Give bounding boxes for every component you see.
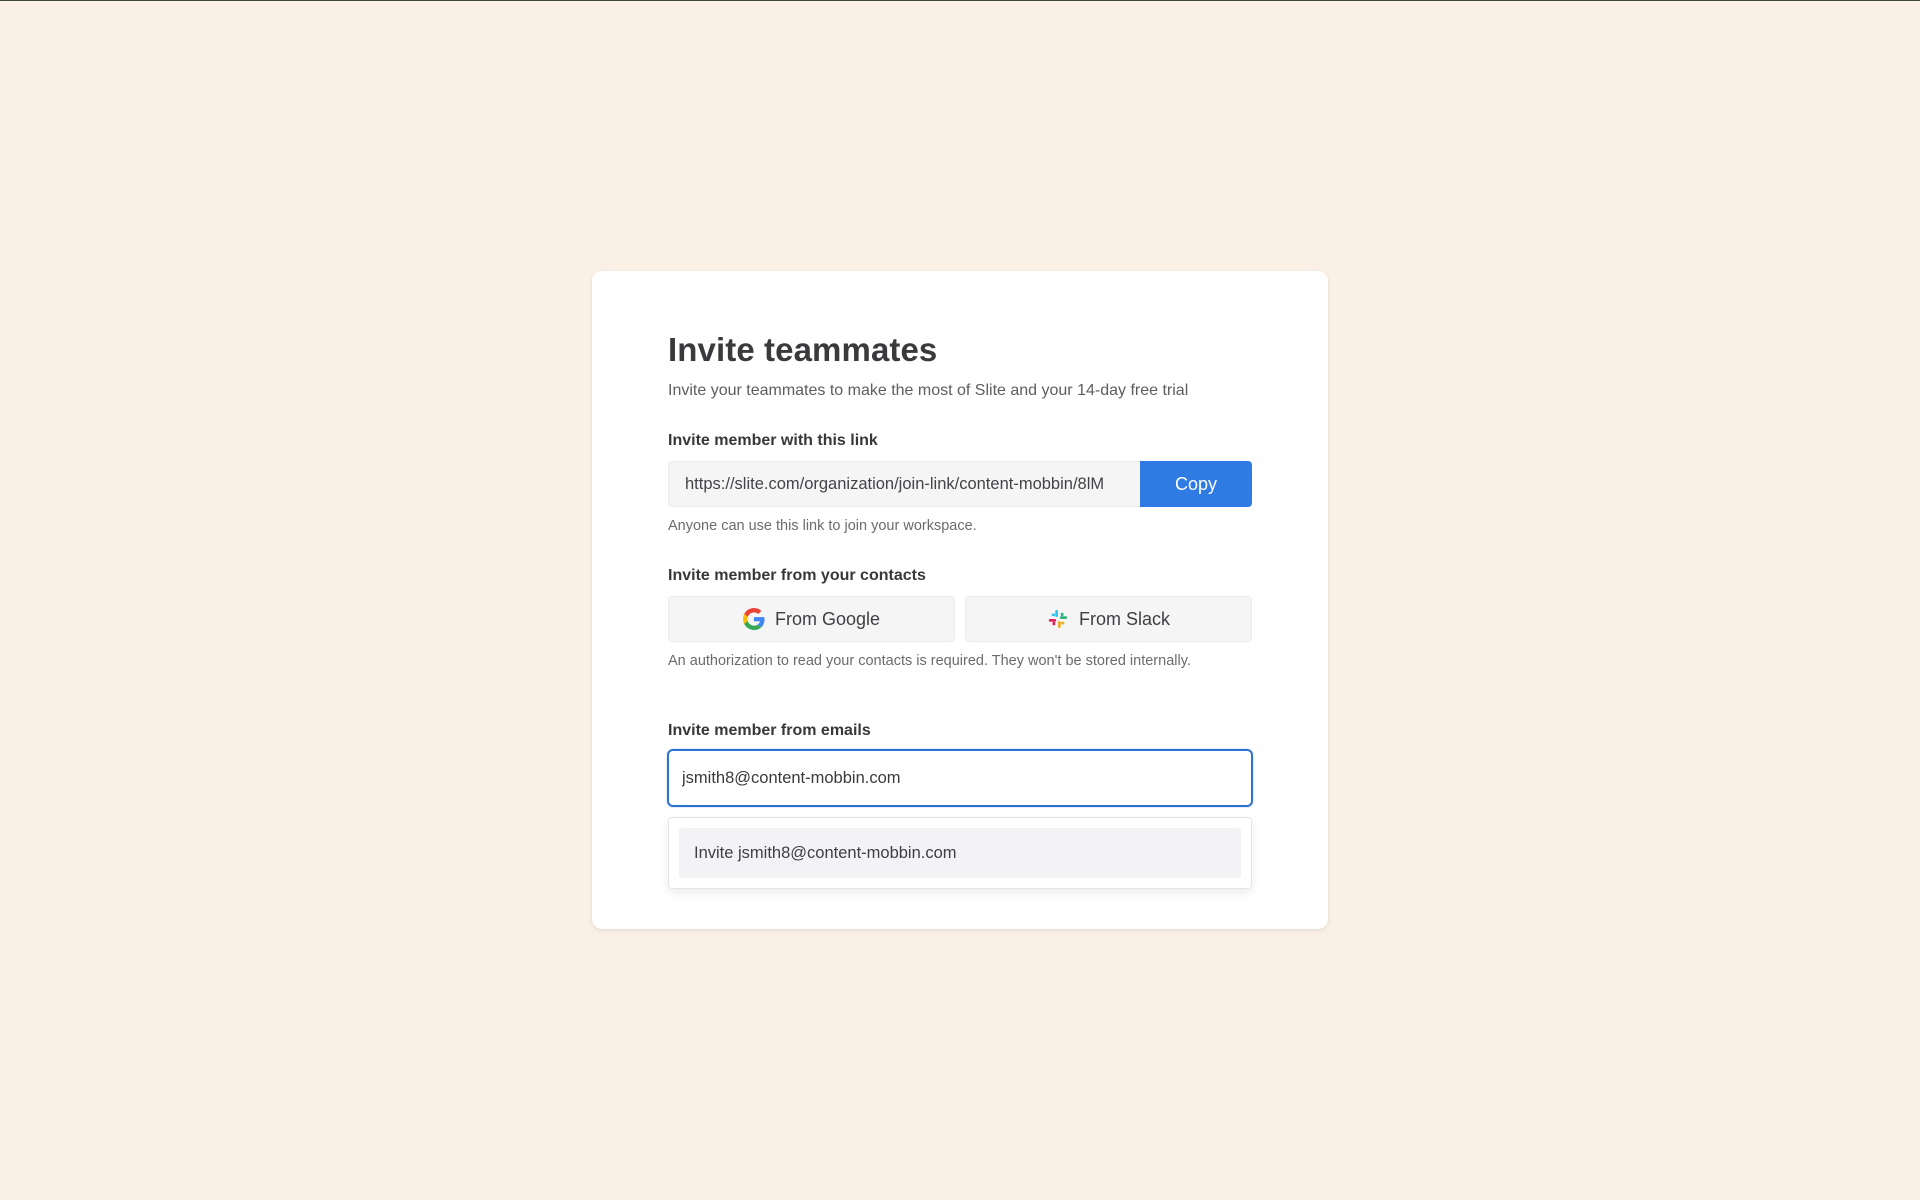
page-title: Invite teammates [668, 331, 938, 368]
contacts-buttons-row: From Google From Slack [668, 596, 1252, 642]
page-subtitle: Invite your teammates to make the most o… [668, 382, 1189, 399]
invite-modal: Invite teammates Invite your teammates t… [592, 271, 1328, 929]
contacts-section-label: Invite member from your contacts [668, 567, 926, 584]
invite-link-field[interactable]: https://slite.com/organization/join-link… [668, 461, 1140, 507]
contacts-helper-text: An authorization to read your contacts i… [668, 653, 1191, 669]
slack-icon [1047, 608, 1069, 630]
top-border-line [0, 0, 1920, 1]
link-helper-text: Anyone can use this link to join your wo… [668, 518, 977, 534]
from-google-button[interactable]: From Google [668, 596, 955, 642]
email-field-wrapper [667, 749, 1253, 807]
copy-link-button[interactable]: Copy [1140, 461, 1252, 507]
from-slack-label: From Slack [1078, 608, 1170, 629]
link-section-label: Invite member with this link [668, 432, 878, 449]
invite-email-option[interactable]: Invite jsmith8@content-mobbin.com [679, 828, 1241, 878]
email-suggestion-dropdown: Invite jsmith8@content-mobbin.com [668, 817, 1252, 889]
from-google-label: From Google [774, 608, 881, 629]
from-slack-button[interactable]: From Slack [965, 596, 1252, 642]
email-field[interactable] [669, 751, 1251, 805]
google-icon [742, 608, 765, 630]
invite-link-row: https://slite.com/organization/join-link… [668, 461, 1252, 507]
emails-section-label: Invite member from emails [668, 722, 871, 739]
